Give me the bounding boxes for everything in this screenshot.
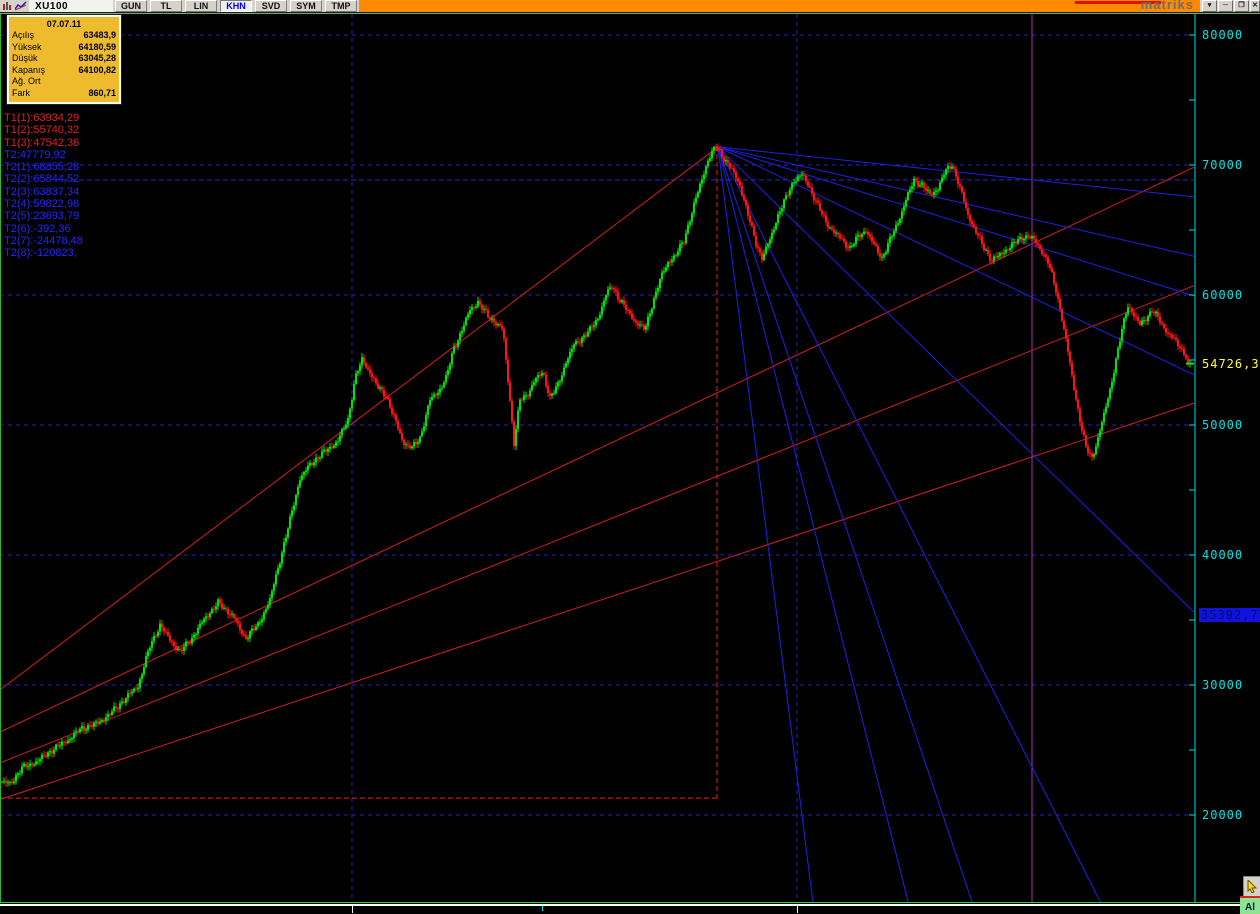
matriks-chart-window: XU100 GUN TL LIN KHN SVD SYM TMP matriks ▾ ─ ❐ ✕ … [0,0,1260,914]
chart-bottom-border [0,902,1241,903]
ohlc-info-panel: 07.07.11 Açılış 63483,9 Yüksek 64180,59 Düşü… [6,14,122,105]
y-axis[interactable] [1189,14,1196,902]
restore-icon[interactable]: ❐ [1234,0,1249,12]
minimize-icon[interactable]: ─ [1218,0,1233,12]
info-label: Yüksek [12,41,42,52]
t2-fan-lines[interactable] [717,146,1194,914]
toolbar-button-tmp[interactable]: TMP [325,0,357,12]
indicator-zigzag-icon[interactable] [15,1,27,11]
chart-top-border [0,13,1260,14]
t1-fan-lines[interactable] [0,146,1194,800]
y-axis-label: 80000 [1202,28,1244,42]
trendline-value-list: T1(1):63934,29 T1(2):55740,32 T1(3):47542,… [4,112,83,260]
trendline-value-t2: T2(2):65844,52 [4,173,80,186]
info-label: Fark [12,87,30,98]
toolbar-button-sym[interactable]: SYM [290,0,322,12]
symbol-title: XU100 [29,0,113,12]
info-row: Ağ. Ort [12,76,116,88]
time-axis-tick [352,906,353,913]
trendline-value-t2: T2(3):63837,34 [4,185,80,198]
info-label: Ağ. Ort [12,76,41,86]
red-dashed-guides[interactable] [0,146,718,799]
trendline-value-t2: T2(6):-392,36 [4,222,71,235]
trendline-value-t2: T2:47779,92 [4,148,66,161]
info-value: 63483,9 [83,30,116,40]
time-axis-bar[interactable] [0,906,1260,914]
toolbar-button-lin[interactable]: LIN [185,0,217,12]
info-label: Kapanış [12,64,46,75]
symbol-title-text: XU100 [35,0,69,12]
toolbar-button-tl[interactable]: TL [150,0,182,12]
candle-chart-icon[interactable] [2,1,13,11]
info-value: 63045,28 [78,53,116,63]
info-date: 07.07.11 [46,19,82,29]
trendline-value-t2: T2(7):-24478,48 [4,234,83,247]
price-chart[interactable] [0,0,1260,914]
y-axis-label: 20000 [1202,808,1244,822]
menu-arrow-icon[interactable]: ▾ [1202,0,1217,12]
gridlines [1,14,1194,902]
info-row: Kapanış 64100,82 [12,65,116,77]
toolbar-button-gun[interactable]: GUN [115,0,147,12]
trendline-value-t1: T1(2):55740,32 [4,124,80,137]
chart-left-border [0,14,1,902]
info-row: Fark 860,71 [12,88,116,100]
t2-cross-price-label: 35392,77 [1199,608,1260,622]
trendline-value-t2: T2(4):59822,98 [4,198,80,211]
buy-signal-button[interactable]: Al [1240,896,1260,914]
toolbar-button-khn[interactable]: KHN [220,0,252,12]
toolbar-button-svd[interactable]: SVD [255,0,287,12]
matriks-logo: matriks [1140,0,1194,12]
y-axis-label: 70000 [1202,158,1244,172]
close-icon[interactable]: ✕ [1250,0,1260,12]
trendline-value-t1: T1(1):63934,29 [4,112,80,124]
pointer-icon[interactable] [1243,876,1260,897]
info-value: 64180,59 [78,41,116,52]
y-axis-label: 50000 [1202,418,1244,432]
time-axis-tick [797,906,798,913]
chart-area [0,14,1194,914]
info-row: Açılış 63483,9 [12,30,116,42]
time-axis-tick [542,906,543,911]
y-axis-label: 60000 [1202,288,1244,302]
window-controls: ▾ ─ ❐ ✕ [1200,0,1260,12]
last-price-label: 54726,31 [1202,357,1260,371]
trendline-value-t2: T2(1):68855,28 [4,161,80,174]
info-row: Yüksek 64180,59 [12,42,116,54]
toolbar: XU100 GUN TL LIN KHN SVD SYM TMP matriks ▾ ─ ❐ ✕ [0,0,1260,12]
trendline-value-t2: T2(8):-120823, [4,247,77,260]
trendline-value-t2: T2(5):23693,79 [4,210,80,223]
toolbar-icons [0,0,29,12]
info-value: 860,71 [88,87,116,98]
info-row: Düşük 63045,28 [12,53,116,65]
trendline-value-t1: T1(3):47542,36 [4,136,80,149]
candlesticks [1,143,1191,788]
info-label: Düşük [12,53,38,63]
info-value: 64100,82 [78,64,116,75]
y-axis-label: 30000 [1202,678,1244,692]
logo-band: matriks [359,0,1200,12]
info-label: Açılış [12,30,35,40]
y-axis-label: 40000 [1202,548,1244,562]
toolbar-buttons: GUN TL LIN KHN SVD SYM TMP [113,0,359,12]
